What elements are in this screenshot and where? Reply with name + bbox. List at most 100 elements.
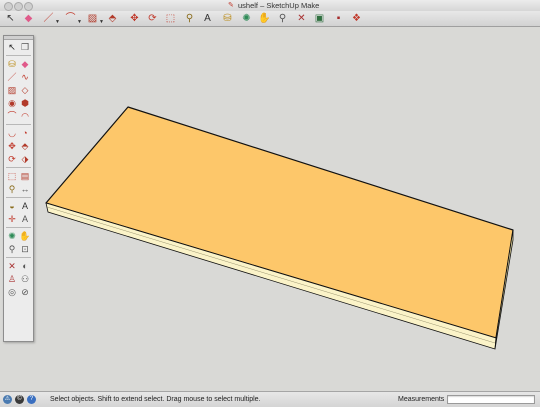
arc-tool-button[interactable]: ⌒ <box>6 110 18 122</box>
zoom-extents-icon: ✕ <box>297 13 306 24</box>
zoom-icon: ⚲ <box>278 13 287 24</box>
line-icon: ／ <box>7 72 17 82</box>
zoom-extents-toolbar-button[interactable]: ✕ <box>295 12 308 25</box>
pan-toolbar-button[interactable]: ✋ <box>258 12 271 25</box>
model-viewport[interactable] <box>0 27 540 391</box>
scale-icon: ⬚ <box>165 13 176 24</box>
push-pull-toolbar-button[interactable]: ⬘ <box>106 12 119 25</box>
select-toolbar-button[interactable]: ↖ <box>4 12 17 25</box>
text-toolbar-button[interactable]: A <box>201 12 214 25</box>
previous-view-tool-button[interactable]: ◐ <box>19 260 31 272</box>
select-tool-button[interactable]: ↖ <box>6 41 18 53</box>
rectangle-tool-button[interactable]: ▨ <box>6 84 18 96</box>
dimension-tool-button[interactable]: ↔ <box>19 183 31 195</box>
freehand-icon: ∿ <box>21 72 29 82</box>
push-pull-icon: ⬘ <box>21 141 29 151</box>
zoom-window-button[interactable] <box>24 2 33 11</box>
look-around-tool-button[interactable]: ◎ <box>6 286 18 298</box>
help-icon[interactable]: ? <box>27 395 36 404</box>
geo-location-icon[interactable]: ⚠ <box>3 395 12 404</box>
status-bar: Select objects. Shift to extend select. … <box>0 391 540 407</box>
pie-tool-button[interactable]: ◔ <box>19 127 31 139</box>
zoom-extents-tool-button[interactable]: ✕ <box>6 260 18 272</box>
eraser-tool-button[interactable]: ◆ <box>19 58 31 70</box>
zoom-window-icon: ⊡ <box>21 244 29 254</box>
pie-icon: ◔ <box>22 128 28 138</box>
polygon-icon: ⬢ <box>21 98 29 108</box>
zoom-toolbar-button[interactable]: ⚲ <box>276 12 289 25</box>
move-toolbar-button[interactable]: ✥ <box>128 12 141 25</box>
push-pull-tool-button[interactable]: ⬘ <box>19 140 31 152</box>
palette-separator <box>6 167 31 168</box>
follow-me-tool-button[interactable]: ⬗ <box>19 153 31 165</box>
palette-title-bar[interactable] <box>4 36 33 40</box>
pan-tool-button[interactable]: ✋ <box>19 230 31 242</box>
palette-separator <box>6 257 31 258</box>
send-to-layout-toolbar-button[interactable]: ❖ <box>350 12 363 25</box>
protractor-tool-button[interactable]: ◒ <box>6 200 18 212</box>
orbit-toolbar-button[interactable]: ✺ <box>240 12 253 25</box>
tape-measure-icon: ⚲ <box>185 13 194 24</box>
axes-tool-button[interactable]: ✛ <box>6 213 18 225</box>
zoom-tool-button[interactable]: ⚲ <box>6 243 18 255</box>
position-camera-icon: ♙ <box>7 274 17 284</box>
3d-text-tool-button[interactable]: A <box>19 213 31 225</box>
walk-tool-button[interactable]: ⚇ <box>19 273 31 285</box>
credits-icon[interactable]: © <box>15 395 24 404</box>
rotated-rectangle-icon: ◇ <box>21 85 29 95</box>
arc-icon: ⌒ <box>65 13 76 24</box>
status-message: Select objects. Shift to extend select. … <box>50 396 261 403</box>
main-toolbar: ↖ ◆ ／ ▼ ⌒ ▼ ▨ ▼ ⬘ ✥ ⟳ ⬚ ⚲ A ⛁ ✺ ✋ ⚲ ✕ ▣ ▪ ❖ <box>0 11 540 27</box>
minimize-window-button[interactable] <box>14 2 23 11</box>
paint-bucket-tool-button[interactable]: ⛁ <box>6 58 18 70</box>
rotated-rectangle-tool-button[interactable]: ◇ <box>19 84 31 96</box>
orbit-icon: ✺ <box>8 231 16 241</box>
rotate-icon: ⟳ <box>148 13 157 24</box>
three-point-arc-tool-button[interactable]: ◡ <box>6 127 18 139</box>
polygon-tool-button[interactable]: ⬢ <box>19 97 31 109</box>
text-tool-button[interactable]: A <box>19 200 31 212</box>
orbit-tool-button[interactable]: ✺ <box>6 230 18 242</box>
freehand-tool-button[interactable]: ∿ <box>19 71 31 83</box>
select-icon: ↖ <box>6 13 15 24</box>
offset-icon: ▤ <box>20 171 30 181</box>
rectangle-toolbar-button[interactable]: ▨ ▼ <box>86 12 104 25</box>
shelf-top-face[interactable] <box>45 106 514 339</box>
zoom-window-tool-button[interactable]: ⊡ <box>19 243 31 255</box>
circle-icon: ◉ <box>8 98 16 108</box>
warehouse-toolbar-button[interactable]: ▣ <box>313 12 326 25</box>
paint-bucket-icon: ⛁ <box>223 13 232 24</box>
model-canvas[interactable] <box>0 27 540 391</box>
section-plane-icon: ⊘ <box>21 287 29 297</box>
text-icon: A <box>21 201 28 211</box>
palette-separator <box>6 55 31 56</box>
position-camera-tool-button[interactable]: ♙ <box>6 273 18 285</box>
close-window-button[interactable] <box>4 2 13 11</box>
tool-palette: ↖ ❒ ⛁ ◆ ／ ∿ ▨ ◇ ◉ ⬢ ⌒ ◠ ◡ ◔ ✥ ⬘ ⟳ ⬗ ⬚ ▤ ⚲ ↔ ◒ A ✛ A ✺ ✋ ⚲ ⊡ ✕ ◐ ♙ ⚇ ◎ ⊘ <box>3 35 34 342</box>
zoom-extents-icon: ✕ <box>8 261 16 271</box>
circle-tool-button[interactable]: ◉ <box>6 97 18 109</box>
measurements-input[interactable] <box>447 395 535 404</box>
rotate-tool-button[interactable]: ⟳ <box>6 153 18 165</box>
arc-icon: ⌒ <box>7 111 17 121</box>
make-component-tool-button[interactable]: ❒ <box>19 41 31 53</box>
arc-toolbar-button[interactable]: ⌒ ▼ <box>64 12 83 25</box>
follow-me-icon: ⬗ <box>21 154 29 164</box>
scale-toolbar-button[interactable]: ⬚ <box>164 12 177 25</box>
line-toolbar-button[interactable]: ／ ▼ <box>42 12 61 25</box>
paint-bucket-toolbar-button[interactable]: ⛁ <box>221 12 234 25</box>
tape-measure-tool-button[interactable]: ⚲ <box>6 183 18 195</box>
push-pull-icon: ⬘ <box>108 13 117 24</box>
palette-separator <box>6 197 31 198</box>
section-plane-tool-button[interactable]: ⊘ <box>19 286 31 298</box>
move-tool-button[interactable]: ✥ <box>6 140 18 152</box>
line-tool-button[interactable]: ／ <box>6 71 18 83</box>
two-point-arc-tool-button[interactable]: ◠ <box>19 110 31 122</box>
offset-tool-button[interactable]: ▤ <box>19 170 31 182</box>
scale-icon: ⬚ <box>7 171 17 181</box>
scale-tool-button[interactable]: ⬚ <box>6 170 18 182</box>
rotate-toolbar-button[interactable]: ⟳ <box>146 12 159 25</box>
extension-warehouse-toolbar-button[interactable]: ▪ <box>332 12 345 25</box>
tape-measure-toolbar-button[interactable]: ⚲ <box>183 12 196 25</box>
eraser-toolbar-button[interactable]: ◆ <box>22 12 35 25</box>
